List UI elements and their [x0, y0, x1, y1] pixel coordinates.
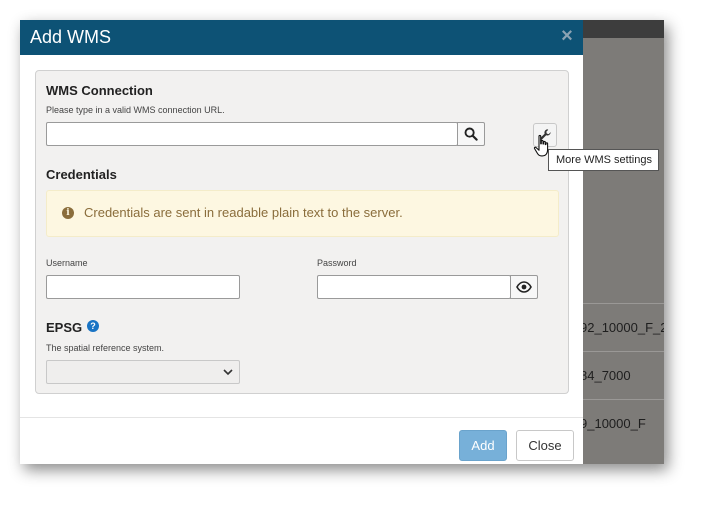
- background-row-text: 9_10000_F: [580, 416, 646, 431]
- more-wms-settings-tooltip: More WMS settings: [548, 149, 659, 171]
- credentials-warning-text: Credentials are sent in readable plain t…: [84, 205, 403, 220]
- background-table-row: 9_10000_F: [580, 399, 664, 447]
- show-password-button[interactable]: [510, 275, 538, 299]
- dialog-footer: Add Close: [20, 417, 583, 464]
- info-icon: i: [62, 207, 74, 219]
- background-row-text: 92_10000_F_2: [580, 320, 664, 335]
- epsg-title: EPSG: [46, 320, 83, 335]
- close-icon[interactable]: ×: [559, 26, 575, 46]
- dialog-title: Add WMS: [30, 27, 112, 47]
- password-input[interactable]: [317, 275, 511, 299]
- question-circle-icon[interactable]: ?: [87, 320, 99, 332]
- password-label: Password: [317, 258, 357, 268]
- wms-url-input[interactable]: [46, 122, 458, 146]
- background-table-row: 84_7000: [580, 351, 664, 399]
- search-button[interactable]: [457, 122, 485, 146]
- hand-cursor-icon: [533, 134, 549, 157]
- credentials-warning-alert: i Credentials are sent in readable plain…: [46, 190, 559, 237]
- add-button[interactable]: Add: [459, 430, 507, 461]
- username-label: Username: [46, 258, 88, 268]
- search-icon: [464, 127, 478, 141]
- epsg-help: The spatial reference system.: [46, 343, 165, 353]
- close-button[interactable]: Close: [516, 430, 574, 461]
- background-row-text: 84_7000: [580, 368, 631, 383]
- wms-connection-title: WMS Connection: [46, 83, 153, 98]
- dialog-header: Add WMS ×: [20, 20, 583, 55]
- epsg-select[interactable]: [46, 360, 240, 384]
- username-input[interactable]: [46, 275, 240, 299]
- chevron-down-icon: [223, 369, 233, 376]
- eye-icon: [516, 281, 532, 293]
- credentials-title: Credentials: [46, 167, 117, 182]
- background-table-row: 92_10000_F_2: [580, 303, 664, 351]
- wms-connection-help: Please type in a valid WMS connection UR…: [46, 105, 225, 115]
- form-panel: WMS Connection Please type in a valid WM…: [35, 70, 569, 394]
- add-wms-dialog: Add WMS × WMS Connection Please type in …: [20, 20, 583, 464]
